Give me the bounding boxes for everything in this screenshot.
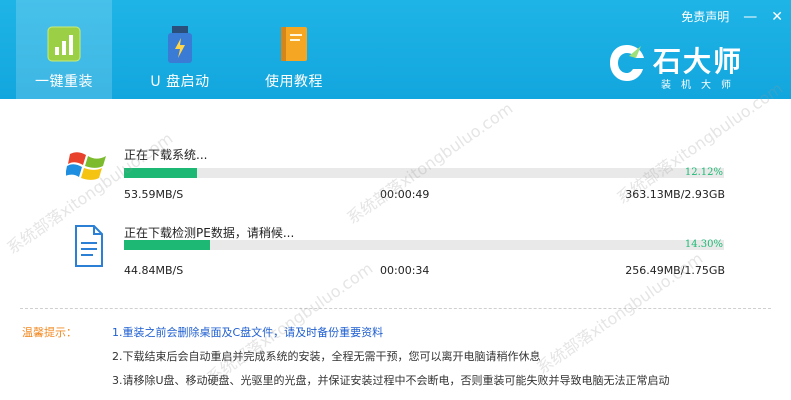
nav-tab-one-click-reinstall[interactable]: 一键重装: [16, 0, 112, 99]
download-title: 正在下载系统...: [124, 148, 208, 162]
minimize-icon[interactable]: —: [743, 10, 757, 24]
close-icon[interactable]: ✕: [771, 10, 783, 24]
download-row-pe: 正在下载检测PE数据，请稍候... 14.30% 44.84MB/S 00:00…: [0, 218, 791, 288]
progress-percent: 14.30%: [684, 239, 723, 250]
download-title: 正在下载检测PE数据，请稍候...: [124, 226, 295, 240]
windows-logo-icon: [66, 152, 106, 180]
download-speed: 53.59MB/S: [124, 188, 184, 201]
brand-name: 石大师: [653, 45, 744, 78]
progress-bar: [124, 240, 724, 250]
tip-line: 3.请移除U盘、移动硬盘、光驱里的光盘，并保证安装过程中不会断电，否则重装可能失…: [112, 374, 670, 387]
download-time: 00:00:49: [380, 188, 430, 201]
brand: 石大师 装机大师: [607, 40, 767, 91]
document-icon: [75, 225, 103, 267]
download-time: 00:00:34: [380, 264, 430, 277]
nav-label: 使用教程: [265, 74, 323, 90]
window-controls: 免责声明 — ✕: [681, 8, 783, 25]
download-size: 363.13MB/2.93GB: [625, 188, 725, 201]
progress-bar: [124, 168, 724, 178]
nav-tab-tutorial[interactable]: 使用教程: [246, 14, 342, 99]
app-header: 一键重装 U 盘启动 使用教程 免责声明 — ✕ 石大师 装机大师: [0, 0, 791, 99]
section-divider: [20, 308, 771, 309]
book-icon: [281, 27, 307, 61]
tip-line: 1.重装之前会删除桌面及C盘文件，请及时备份重要资料: [112, 326, 384, 339]
nav-label: 一键重装: [35, 74, 93, 90]
download-size: 256.49MB/1.75GB: [625, 264, 725, 277]
download-speed: 44.84MB/S: [124, 264, 184, 277]
tip-line: 2.下载结束后会自动重启并完成系统的安装，全程无需干预，您可以离开电脑请稍作休息: [112, 350, 541, 363]
progress-percent: 12.12%: [684, 167, 723, 178]
brand-logo-icon: [610, 45, 644, 81]
download-row-system: 正在下载系统... 12.12% 53.59MB/S 00:00:49 363.…: [0, 140, 791, 210]
bar-chart-icon: [47, 26, 81, 62]
usb-flash-icon: [168, 26, 192, 63]
progress-fill: [124, 240, 210, 250]
nav-label: U 盘启动: [150, 74, 210, 90]
progress-fill: [124, 168, 197, 178]
nav-tab-usb-boot[interactable]: U 盘启动: [132, 14, 228, 99]
brand-subtitle: 装机大师: [661, 80, 741, 91]
disclaimer-link[interactable]: 免责声明: [681, 8, 729, 25]
tips-label: 温馨提示：: [22, 326, 77, 339]
